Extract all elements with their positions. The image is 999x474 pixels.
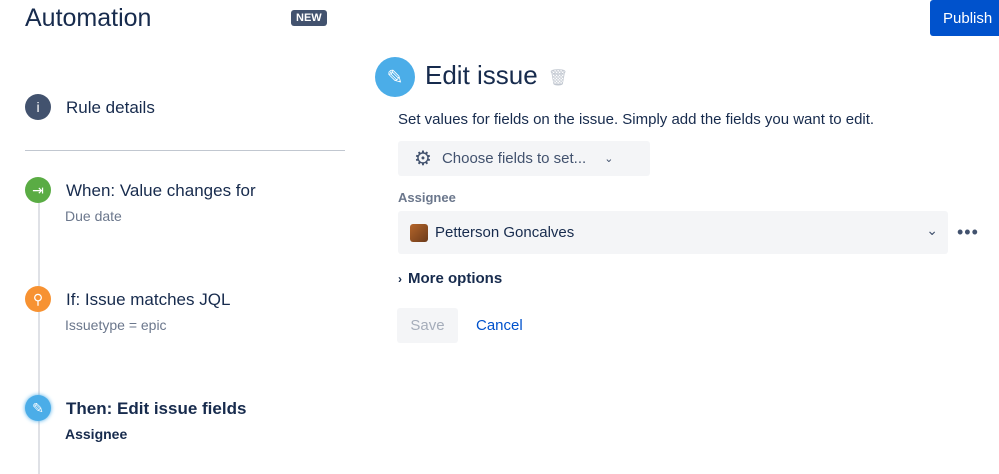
gear-icon: ⚙: [414, 148, 432, 170]
step-then-title[interactable]: Then: Edit issue fields: [66, 399, 246, 419]
more-options-toggle[interactable]: › More options: [398, 270, 502, 287]
choose-fields-dropdown[interactable]: ⚙ Choose fields to set... ⌄: [398, 141, 650, 176]
page-title: Automation: [25, 4, 152, 32]
save-button[interactable]: Save: [397, 308, 458, 343]
more-actions-icon[interactable]: •••: [957, 222, 979, 243]
timeline-line: [38, 190, 40, 474]
more-options-label: More options: [408, 270, 503, 287]
chevron-down-icon: ⌄: [604, 153, 614, 165]
step-if-title[interactable]: If: Issue matches JQL: [66, 290, 230, 310]
new-badge: NEW: [291, 10, 327, 26]
search-icon: ⚲: [25, 286, 51, 312]
edit-title: Edit issue: [425, 60, 538, 90]
avatar: [410, 223, 428, 242]
trigger-icon: ⇥: [25, 177, 51, 203]
choose-fields-label: Choose fields to set...: [441, 150, 587, 167]
rule-details-link[interactable]: Rule details: [66, 98, 155, 118]
info-icon: i: [25, 94, 51, 120]
pencil-icon: ✎: [375, 57, 415, 97]
assignee-select[interactable]: Petterson Goncalves ⌄: [398, 211, 948, 254]
assignee-value: Petterson Goncalves: [435, 224, 575, 241]
divider: [25, 150, 345, 151]
publish-button[interactable]: Publish: [930, 0, 999, 36]
step-if-sub: Issuetype = epic: [65, 317, 167, 333]
pencil-icon: ✎: [25, 395, 51, 421]
trash-icon[interactable]: 🗑: [548, 68, 568, 88]
description: Set values for fields on the issue. Simp…: [398, 111, 875, 128]
chevron-right-icon: ›: [398, 272, 402, 286]
step-when-title[interactable]: When: Value changes for: [66, 181, 256, 201]
step-when-sub: Due date: [65, 208, 122, 224]
assignee-label: Assignee: [398, 190, 456, 205]
cancel-button[interactable]: Cancel: [476, 317, 523, 334]
chevron-down-icon: ⌄: [926, 222, 938, 238]
step-then-sub: Assignee: [65, 426, 128, 442]
